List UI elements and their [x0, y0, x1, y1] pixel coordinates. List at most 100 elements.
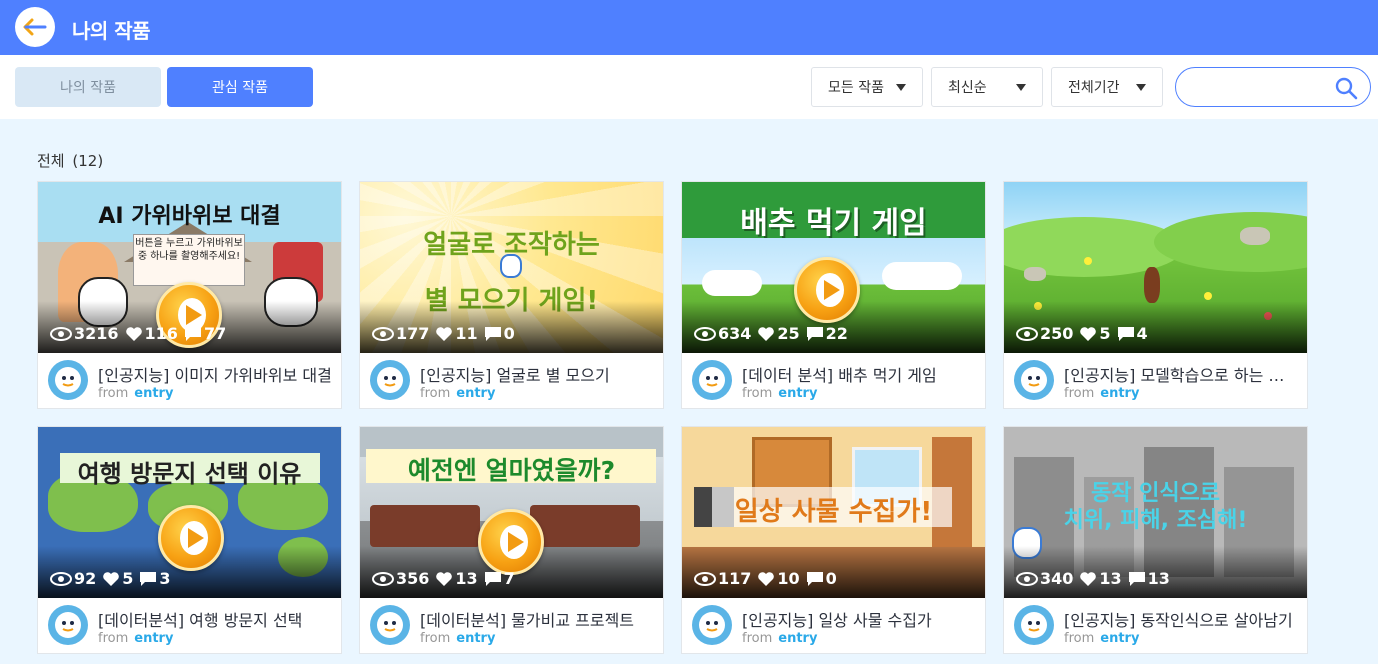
project-thumbnail[interactable]: 일상 사물 수집가! 117 10 0 [682, 427, 985, 598]
project-card[interactable]: 동작 인식으로 치위, 피해, 조심해! 340 13 13 [인공지능] 동작… [1003, 426, 1308, 654]
project-card[interactable]: 버튼을 누르고 가위바위보 중 하나를 촬영해주세요! AI 가위바위보 대결 … [37, 181, 342, 409]
view-count: 250 [1040, 324, 1074, 343]
from-label: from [742, 631, 773, 646]
author-name[interactable]: entry [778, 631, 817, 646]
category-dropdown[interactable]: 모든 작품 [811, 67, 923, 107]
comment-icon [806, 326, 823, 341]
project-card[interactable]: 250 5 4 [인공지능] 모델학습으로 하는 곤충 분류 from entry [1003, 181, 1308, 409]
project-info: [인공지능] 얼굴로 별 모으기 from entry [360, 353, 663, 408]
project-title[interactable]: [인공지능] 모델학습으로 하는 곤충 분류 [1064, 362, 1299, 386]
sort-dropdown[interactable]: 최신순 [931, 67, 1043, 107]
tab-favorite-works[interactable]: 관심 작품 [167, 67, 313, 107]
author-name[interactable]: entry [1100, 386, 1139, 401]
entry-bot-icon [55, 612, 81, 638]
heart-icon [436, 326, 453, 341]
project-title[interactable]: [데이터 분석] 배추 먹기 게임 [742, 362, 977, 386]
like-count: 10 [777, 569, 800, 588]
thumbnail-headline: 여행 방문지 선택 이유 [77, 460, 302, 488]
project-stats: 117 10 0 [694, 569, 843, 588]
entry-bot-icon [377, 612, 403, 638]
like-count: 116 [144, 324, 178, 343]
comment-count: 0 [825, 569, 837, 588]
project-info: [인공지능] 이미지 가위바위보 대결 from entry [38, 353, 341, 408]
comment-icon [1128, 571, 1145, 586]
project-card[interactable]: 얼굴로 조작하는 별 모으기 게임! 177 11 0 [인공지능] 얼굴로 별… [359, 181, 664, 409]
project-title[interactable]: [인공지능] 이미지 가위바위보 대결 [98, 362, 333, 386]
play-button[interactable] [158, 505, 224, 571]
entry-bot-icon [699, 612, 725, 638]
author-name[interactable]: entry [134, 386, 173, 401]
search-icon[interactable] [1334, 76, 1358, 100]
period-dropdown[interactable]: 전체기간 [1051, 67, 1163, 107]
author-name[interactable]: entry [456, 386, 495, 401]
author-name[interactable]: entry [456, 631, 495, 646]
thumbnail-subtext: 버튼을 누르고 가위바위보 중 하나를 촬영해주세요! [135, 238, 243, 262]
project-thumbnail[interactable]: 예전엔 얼마였을까? 356 13 7 [360, 427, 663, 598]
project-title[interactable]: [인공지능] 일상 사물 수집가 [742, 607, 977, 631]
from-label: from [1064, 386, 1095, 401]
entry-bot-icon [377, 367, 403, 393]
project-author: from entry [98, 386, 173, 401]
comment-icon [484, 326, 501, 341]
comment-count: 77 [203, 324, 227, 343]
caret-down-icon [1016, 84, 1026, 91]
project-thumbnail[interactable]: 버튼을 누르고 가위바위보 중 하나를 촬영해주세요! AI 가위바위보 대결 … [38, 182, 341, 353]
total-label: 전체 [37, 152, 65, 170]
like-count: 5 [1099, 324, 1111, 343]
eye-icon [1016, 326, 1038, 341]
back-button[interactable] [15, 7, 55, 47]
author-name[interactable]: entry [778, 386, 817, 401]
comment-icon [806, 571, 823, 586]
avatar [692, 360, 732, 400]
heart-icon [758, 326, 775, 341]
from-label: from [420, 386, 451, 401]
comment-icon [184, 326, 201, 341]
avatar [1014, 360, 1054, 400]
heart-icon [436, 571, 453, 586]
project-title[interactable]: [데이터분석] 물가비교 프로젝트 [420, 607, 655, 631]
project-title[interactable]: [데이터분석] 여행 방문지 선택 [98, 607, 333, 631]
caret-down-icon [896, 84, 906, 91]
eye-icon [50, 326, 72, 341]
toolbar: 나의 작품 관심 작품 모든 작품 최신순 전체기간 [0, 55, 1378, 119]
project-info: [인공지능] 동작인식으로 살아남기 from entry [1004, 598, 1307, 653]
project-thumbnail[interactable]: 동작 인식으로 치위, 피해, 조심해! 340 13 13 [1004, 427, 1307, 598]
project-card[interactable]: 예전엔 얼마였을까? 356 13 7 [데이터분석] 물가비교 프로젝트 fr… [359, 426, 664, 654]
eye-icon [372, 326, 394, 341]
page-title: 나의 작품 [72, 19, 151, 43]
project-title[interactable]: [인공지능] 동작인식으로 살아남기 [1064, 607, 1299, 631]
project-title[interactable]: [인공지능] 얼굴로 별 모으기 [420, 362, 655, 386]
project-card[interactable]: 일상 사물 수집가! 117 10 0 [인공지능] 일상 사물 수집가 fro… [681, 426, 986, 654]
sort-dropdown-label: 최신순 [948, 80, 987, 96]
avatar [1014, 605, 1054, 645]
avatar [48, 360, 88, 400]
search-input[interactable] [1190, 76, 1330, 98]
eye-icon [694, 571, 716, 586]
view-count: 3216 [74, 324, 119, 343]
project-thumbnail[interactable]: 250 5 4 [1004, 182, 1307, 353]
comment-count: 3 [159, 569, 171, 588]
play-button[interactable] [478, 509, 544, 575]
comment-count: 4 [1136, 324, 1148, 343]
project-thumbnail[interactable]: 여행 방문지 선택 이유 92 5 3 [38, 427, 341, 598]
author-name[interactable]: entry [134, 631, 173, 646]
project-card[interactable]: 여행 방문지 선택 이유 92 5 3 [데이터분석] 여행 방문지 선택 fr… [37, 426, 342, 654]
entry-bot-icon [1021, 612, 1047, 638]
like-count: 5 [122, 569, 134, 588]
total-count: 전체 (12) [37, 150, 103, 171]
eye-icon [50, 571, 72, 586]
project-thumbnail[interactable]: 얼굴로 조작하는 별 모으기 게임! 177 11 0 [360, 182, 663, 353]
from-label: from [742, 386, 773, 401]
heart-icon [1080, 326, 1097, 341]
view-count: 177 [396, 324, 430, 343]
play-button[interactable] [794, 257, 860, 323]
like-count: 25 [777, 324, 800, 343]
author-name[interactable]: entry [1100, 631, 1139, 646]
avatar [370, 605, 410, 645]
search-box [1175, 67, 1371, 107]
project-card[interactable]: 배추 먹기 게임 634 25 22 [데이터 분석] 배추 먹기 게임 fro… [681, 181, 986, 409]
tab-my-works[interactable]: 나의 작품 [15, 67, 161, 107]
project-thumbnail[interactable]: 배추 먹기 게임 634 25 22 [682, 182, 985, 353]
from-label: from [98, 386, 129, 401]
from-label: from [98, 631, 129, 646]
